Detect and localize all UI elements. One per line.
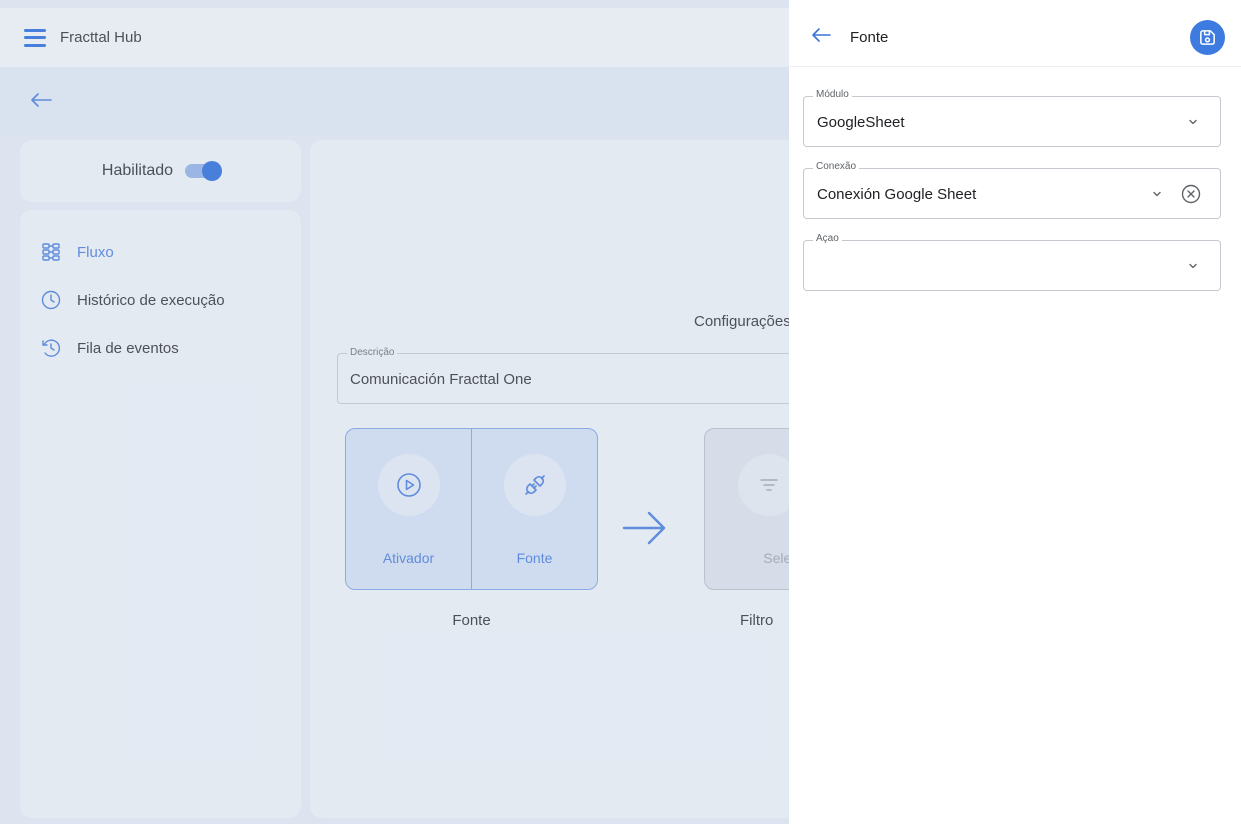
nav-item-historico[interactable]: Histórico de execução: [20, 276, 301, 324]
plug-icon: [503, 454, 566, 516]
app-title: Fracttal Hub: [60, 29, 142, 46]
nav-item-fluxo[interactable]: Fluxo: [20, 228, 301, 276]
side-nav: Fluxo Histórico de execução Fila de even…: [20, 210, 301, 818]
connection-select[interactable]: Conexão Conexión Google Sheet: [803, 161, 1221, 219]
clock-icon: [40, 289, 62, 311]
module-label: Módulo: [813, 89, 852, 100]
status-label: Habilitado: [101, 162, 174, 179]
menu-icon[interactable]: [24, 28, 46, 47]
description-label: Descrição: [347, 347, 398, 358]
filter-caption: Filtro: [740, 612, 774, 629]
step-label: Ativador: [382, 550, 435, 566]
flow-arrow-icon: [622, 511, 666, 545]
description-value: Comunicación Fracttal One: [350, 371, 532, 388]
save-icon: [1200, 30, 1215, 45]
play-circle-icon: [377, 454, 440, 516]
top-bar: Fracttal Hub: [0, 8, 789, 67]
back-arrow-icon[interactable]: [30, 92, 52, 108]
nav-item-fila[interactable]: Fila de eventos: [20, 324, 301, 372]
status-card: Habilitado: [20, 140, 301, 202]
source-step-group: Ativador Fonte: [345, 428, 598, 590]
enabled-toggle[interactable]: [185, 161, 223, 181]
nav-item-label: Histórico de execução: [77, 291, 225, 309]
flow-icon: [40, 241, 62, 263]
nav-item-label: Fluxo: [77, 243, 114, 261]
back-arrow-icon[interactable]: [811, 27, 831, 43]
action-label: Açao: [813, 233, 842, 244]
chevron-down-icon[interactable]: [1152, 189, 1162, 199]
chevron-down-icon[interactable]: [1188, 117, 1198, 127]
connection-label: Conexão: [813, 161, 860, 172]
connection-value: Conexión Google Sheet: [817, 186, 977, 203]
history-icon: [40, 337, 62, 359]
step-filtro[interactable]: Selecione: [704, 428, 789, 590]
chevron-down-icon[interactable]: [1188, 261, 1198, 271]
source-side-panel: Fonte Módulo GoogleSheet Conexão Conexió…: [789, 0, 1241, 824]
main-card: Configurações Descrição Comunicación Fra…: [310, 140, 789, 818]
source-group-caption: Fonte: [452, 612, 491, 629]
clear-icon[interactable]: [1180, 183, 1202, 205]
step-ativador[interactable]: Ativador: [346, 429, 471, 589]
panel-title: Fonte: [850, 29, 889, 46]
save-button[interactable]: [1190, 20, 1225, 55]
nav-item-label: Fila de eventos: [77, 339, 179, 357]
step-fonte[interactable]: Fonte: [471, 429, 597, 589]
module-value: GoogleSheet: [817, 114, 905, 131]
filter-icon: [738, 454, 789, 516]
action-select[interactable]: Açao: [803, 233, 1221, 291]
panel-header: Fonte: [789, 0, 1241, 67]
configurations-title: Configurações: [694, 313, 789, 330]
module-select[interactable]: Módulo GoogleSheet: [803, 89, 1221, 147]
step-label: Selecione: [763, 550, 789, 566]
step-label: Fonte: [516, 550, 553, 566]
sub-bar: [0, 67, 789, 135]
description-field[interactable]: Descrição Comunicación Fracttal One: [337, 347, 789, 404]
toggle-knob: [202, 161, 223, 181]
